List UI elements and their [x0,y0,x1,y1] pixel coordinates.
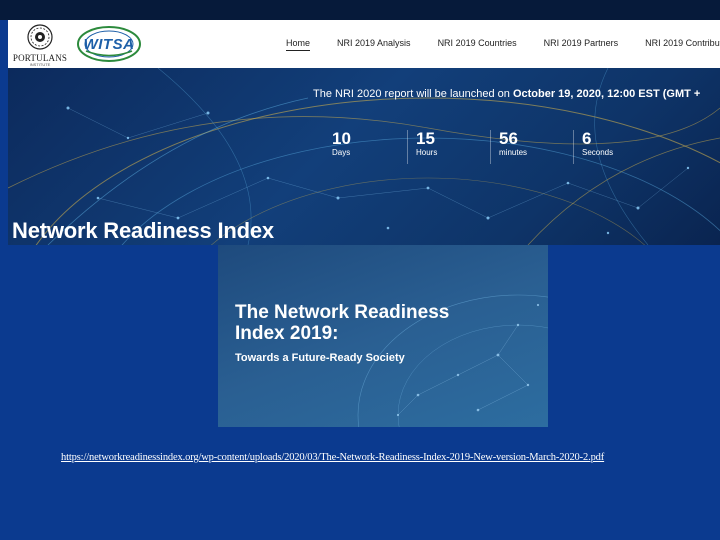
website-screenshot: PORTULANS INSTITUTE WITSA Home NRI 2019 … [8,20,720,245]
cover-title-line1: The Network Readiness [235,302,450,323]
witsa-logo-text: WITSA [83,36,135,53]
launch-announcement: The NRI 2020 report will be launched on … [313,88,700,100]
compass-emblem-icon [27,24,53,50]
countdown-hours-value: 15 [416,129,435,148]
nav-contributors-link[interactable]: NRI 2019 Contributors [645,38,720,50]
nav-partners-link[interactable]: NRI 2019 Partners [544,38,619,50]
countdown-days-value: 10 [332,129,351,148]
hero-title: Network Readiness Index [12,218,274,243]
launch-text: The NRI 2020 report will be launched on [313,88,513,100]
countdown-days: 10 Days [324,130,407,164]
nav-home-link[interactable]: Home [286,38,311,51]
witsa-logo[interactable]: WITSA [74,24,144,64]
nav-countries-link[interactable]: NRI 2019 Countries [438,38,517,50]
hero-banner: The NRI 2020 report will be launched on … [8,68,720,245]
site-navbar: PORTULANS INSTITUTE WITSA Home NRI 2019 … [8,20,720,68]
source-url-link[interactable]: https://networkreadinessindex.org/wp-con… [61,452,604,463]
countdown-seconds-label: Seconds [582,148,614,157]
portulans-logo-subtext: INSTITUTE [29,62,51,67]
portulans-logo[interactable]: PORTULANS INSTITUTE [12,22,68,67]
cover-subtitle: Towards a Future-Ready Society [235,352,405,364]
countdown-hours-label: Hours [416,148,438,157]
countdown-minutes-label: minutes [499,148,528,157]
top-strip [0,0,720,20]
countdown-seconds: 6 Seconds [573,130,656,164]
nav-analysis-link[interactable]: NRI 2019 Analysis [337,38,411,50]
nav-menu: Home NRI 2019 Analysis NRI 2019 Countrie… [286,20,720,68]
countdown-hours: 15 Hours [407,130,490,164]
launch-date: October 19, 2020, 12:00 EST (GMT + [512,88,701,100]
countdown-minutes: 56 minutes [490,130,573,164]
countdown-timer: 10 Days 15 Hours 56 minutes 6 Seconds [324,130,656,164]
cover-title-line2: Index 2019: [235,323,339,344]
countdown-seconds-value: 6 [582,129,592,148]
countdown-days-label: Days [332,148,351,157]
countdown-minutes-value: 56 [499,129,518,148]
report-cover-image: The Network Readiness Index 2019: Toward… [218,245,548,427]
cover-title: The Network Readiness Index 2019: [235,302,525,344]
